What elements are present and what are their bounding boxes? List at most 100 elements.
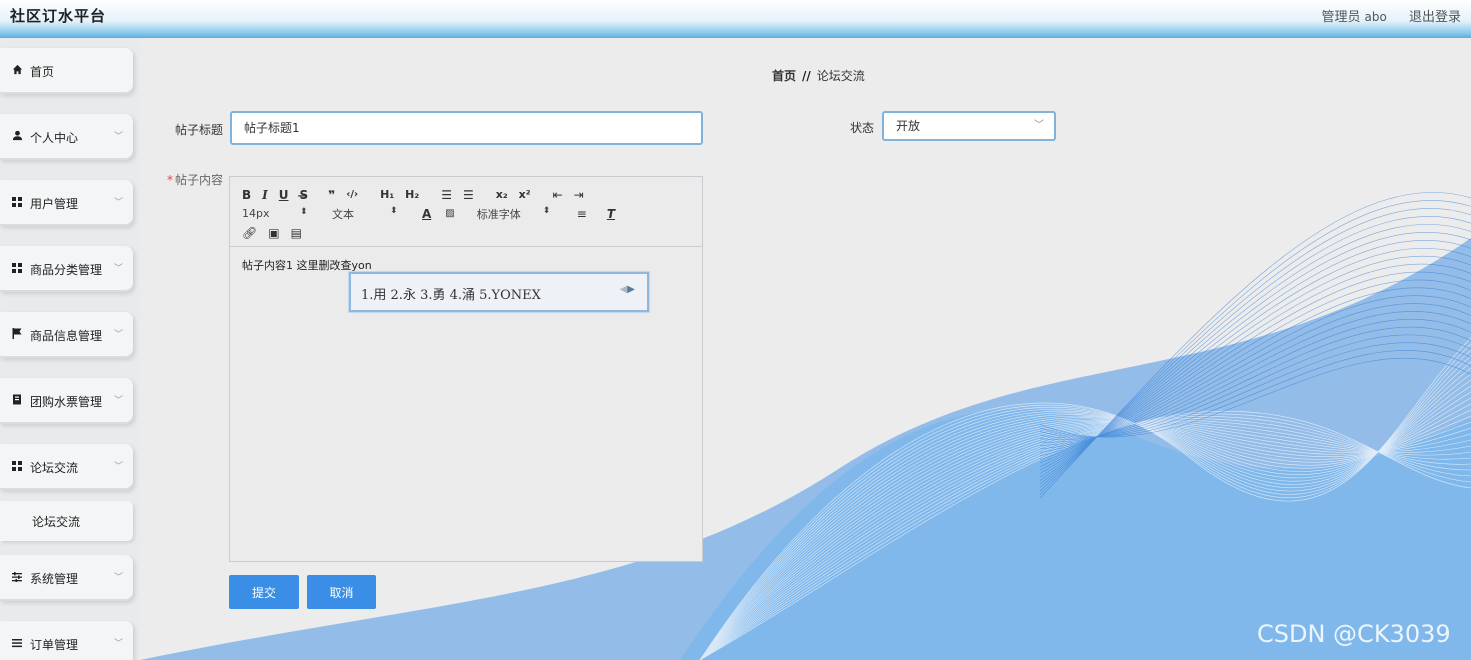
link-icon[interactable]: 🔗︎	[242, 226, 257, 240]
flag-icon	[10, 328, 24, 342]
logout-link[interactable]: 退出登录	[1409, 10, 1461, 25]
cancel-button[interactable]: 取消	[307, 575, 376, 609]
bullet-list-button[interactable]: ☰	[463, 188, 474, 202]
chevron-down-icon: ﹀	[113, 330, 123, 340]
required-asterisk: *	[167, 173, 173, 187]
editor-toolbar: B I U S̶ ❞ ‹/› H₁ H₂ ☰ ☰ x₂ x² ⇤ ⇥ 14px ⬍…	[230, 177, 702, 247]
grid-icon	[10, 196, 24, 210]
submit-button[interactable]: 提交	[229, 575, 299, 609]
background-color-button[interactable]: ▨	[445, 208, 454, 219]
underline-button[interactable]: U	[279, 188, 289, 202]
sliders-icon	[10, 571, 24, 585]
font-size-select[interactable]: 14px ⬍	[242, 207, 332, 220]
video-icon[interactable]: ▤	[291, 226, 302, 240]
indent-button[interactable]: ⇥	[574, 188, 584, 202]
main-content: 首页 // 论坛交流 帖子标题 帖子标题1 状态 开放 ﹀ * 帖子内容 B I U …	[140, 38, 1471, 660]
image-icon[interactable]: ▣	[268, 226, 279, 240]
content-label: * 帖子内容	[167, 171, 223, 188]
select-arrow-icon: ⬍	[390, 205, 398, 216]
superscript-button[interactable]: x²	[519, 188, 531, 201]
sidebar-item-products[interactable]: 商品信息管理 ﹀	[0, 312, 133, 358]
font-color-button[interactable]: A	[422, 207, 431, 221]
sidebar-subitem-forum[interactable]: 论坛交流	[0, 501, 133, 541]
chevron-down-icon: ﹀	[113, 639, 123, 649]
sidebar-item-label: 系统管理	[30, 571, 79, 586]
sidebar-item-label: 订单管理	[30, 637, 79, 652]
sidebar: 首页 个人中心 ﹀ 用户管理 ﹀ 商品分类管理 ﹀ 商品信息管理 ﹀ 团购水票管…	[0, 38, 140, 660]
title-label: 帖子标题	[175, 123, 224, 137]
sidebar-item-label: 用户管理	[30, 196, 79, 211]
top-bar: 社区订水平台 管理员 abo 退出登录	[0, 0, 1471, 38]
align-button[interactable]: ≡	[577, 207, 587, 221]
sidebar-item-label: 商品分类管理	[30, 262, 103, 277]
app-title: 社区订水平台	[10, 7, 107, 25]
sidebar-item-home[interactable]: 首页	[0, 48, 133, 94]
sidebar-item-label: 个人中心	[30, 130, 79, 145]
sidebar-item-label: 团购水票管理	[30, 394, 103, 409]
watermark: CSDN @CK3039	[1257, 620, 1451, 648]
h2-button[interactable]: H₂	[405, 188, 419, 201]
editor-content-text[interactable]: 帖子内容1 这里删改查yon	[242, 257, 372, 273]
outdent-button[interactable]: ⇤	[553, 188, 563, 202]
title-input[interactable]: 帖子标题1	[230, 111, 703, 145]
book-icon	[10, 394, 24, 408]
breadcrumb-current: 论坛交流	[816, 69, 865, 83]
sidebar-item-users[interactable]: 用户管理 ﹀	[0, 180, 133, 226]
home-icon	[10, 64, 24, 78]
chevron-down-icon: ﹀	[113, 396, 123, 406]
rich-text-editor[interactable]: B I U S̶ ❞ ‹/› H₁ H₂ ☰ ☰ x₂ x² ⇤ ⇥ 14px ⬍…	[229, 176, 703, 562]
sidebar-item-label: 首页	[30, 64, 55, 79]
chevron-down-icon: ﹀	[113, 198, 123, 208]
sidebar-subitem-label: 论坛交流	[32, 514, 81, 529]
toolbar-row-1: B I U S̶ ❞ ‹/› H₁ H₂ ☰ ☰ x₂ x² ⇤ ⇥	[242, 185, 702, 204]
sidebar-item-group-tickets[interactable]: 团购水票管理 ﹀	[0, 378, 133, 424]
clear-format-button[interactable]: T	[607, 207, 615, 221]
content-label-text: 帖子内容	[175, 173, 224, 187]
grid-icon	[10, 460, 24, 474]
breadcrumb: 首页 // 论坛交流	[772, 67, 865, 84]
header-select-value: 文本	[332, 207, 354, 221]
caret-right-icon[interactable]: ▶	[627, 284, 635, 295]
grid-icon	[10, 262, 24, 276]
sidebar-item-label: 论坛交流	[30, 460, 79, 475]
chevron-down-icon: ﹀	[113, 132, 123, 142]
user-icon	[10, 130, 24, 144]
bold-button[interactable]: B	[242, 188, 251, 202]
select-arrow-icon: ⬍	[300, 207, 308, 217]
chevron-down-icon: ﹀	[113, 462, 123, 472]
sidebar-item-profile[interactable]: 个人中心 ﹀	[0, 114, 133, 160]
top-right-user-area: 管理员 abo 退出登录	[1304, 6, 1461, 25]
username: abo	[1364, 10, 1387, 24]
sidebar-item-orders[interactable]: 订单管理 ﹀	[0, 621, 133, 660]
strike-button[interactable]: S̶	[300, 188, 309, 202]
subscript-button[interactable]: x₂	[496, 188, 508, 201]
chevron-down-icon: ﹀	[1034, 120, 1044, 131]
sidebar-item-category[interactable]: 商品分类管理 ﹀	[0, 246, 133, 292]
breadcrumb-separator: //	[802, 69, 811, 83]
ime-page-arrows[interactable]: ◀▶	[620, 284, 635, 295]
status-select[interactable]: 开放 ﹀	[882, 111, 1056, 141]
breadcrumb-home[interactable]: 首页	[772, 69, 796, 83]
toolbar-row-2: 14px ⬍ 文本 ⬍ A ▨ 标准字体 ⬍ ≡ T	[242, 204, 702, 223]
header-select[interactable]: 文本 ⬍	[332, 206, 422, 222]
status-select-value: 开放	[896, 119, 921, 133]
font-size-value: 14px	[242, 207, 270, 220]
sidebar-item-label: 商品信息管理	[30, 328, 103, 343]
ordered-list-button[interactable]: ☰	[441, 188, 452, 202]
chevron-down-icon: ﹀	[113, 264, 123, 274]
sidebar-item-forum[interactable]: 论坛交流 ﹀	[0, 444, 133, 490]
status-label: 状态	[850, 121, 875, 135]
select-arrow-icon: ⬍	[542, 205, 551, 216]
list-icon	[10, 638, 24, 651]
role-label: 管理员	[1321, 10, 1361, 25]
ime-candidates[interactable]: 1.用 2.永 3.勇 4.涌 5.YONEX	[361, 284, 541, 303]
chevron-down-icon: ﹀	[113, 573, 123, 583]
font-family-value: 标准字体	[476, 207, 521, 221]
quote-button[interactable]: ❞	[328, 188, 335, 202]
h1-button[interactable]: H₁	[380, 188, 394, 201]
ime-candidate-popup[interactable]: 1.用 2.永 3.勇 4.涌 5.YONEX ◀▶	[349, 272, 649, 312]
sidebar-item-system[interactable]: 系统管理 ﹀	[0, 555, 133, 601]
italic-button[interactable]: I	[262, 188, 268, 202]
font-family-select[interactable]: 标准字体 ⬍	[477, 206, 577, 222]
code-button[interactable]: ‹/›	[346, 189, 358, 200]
